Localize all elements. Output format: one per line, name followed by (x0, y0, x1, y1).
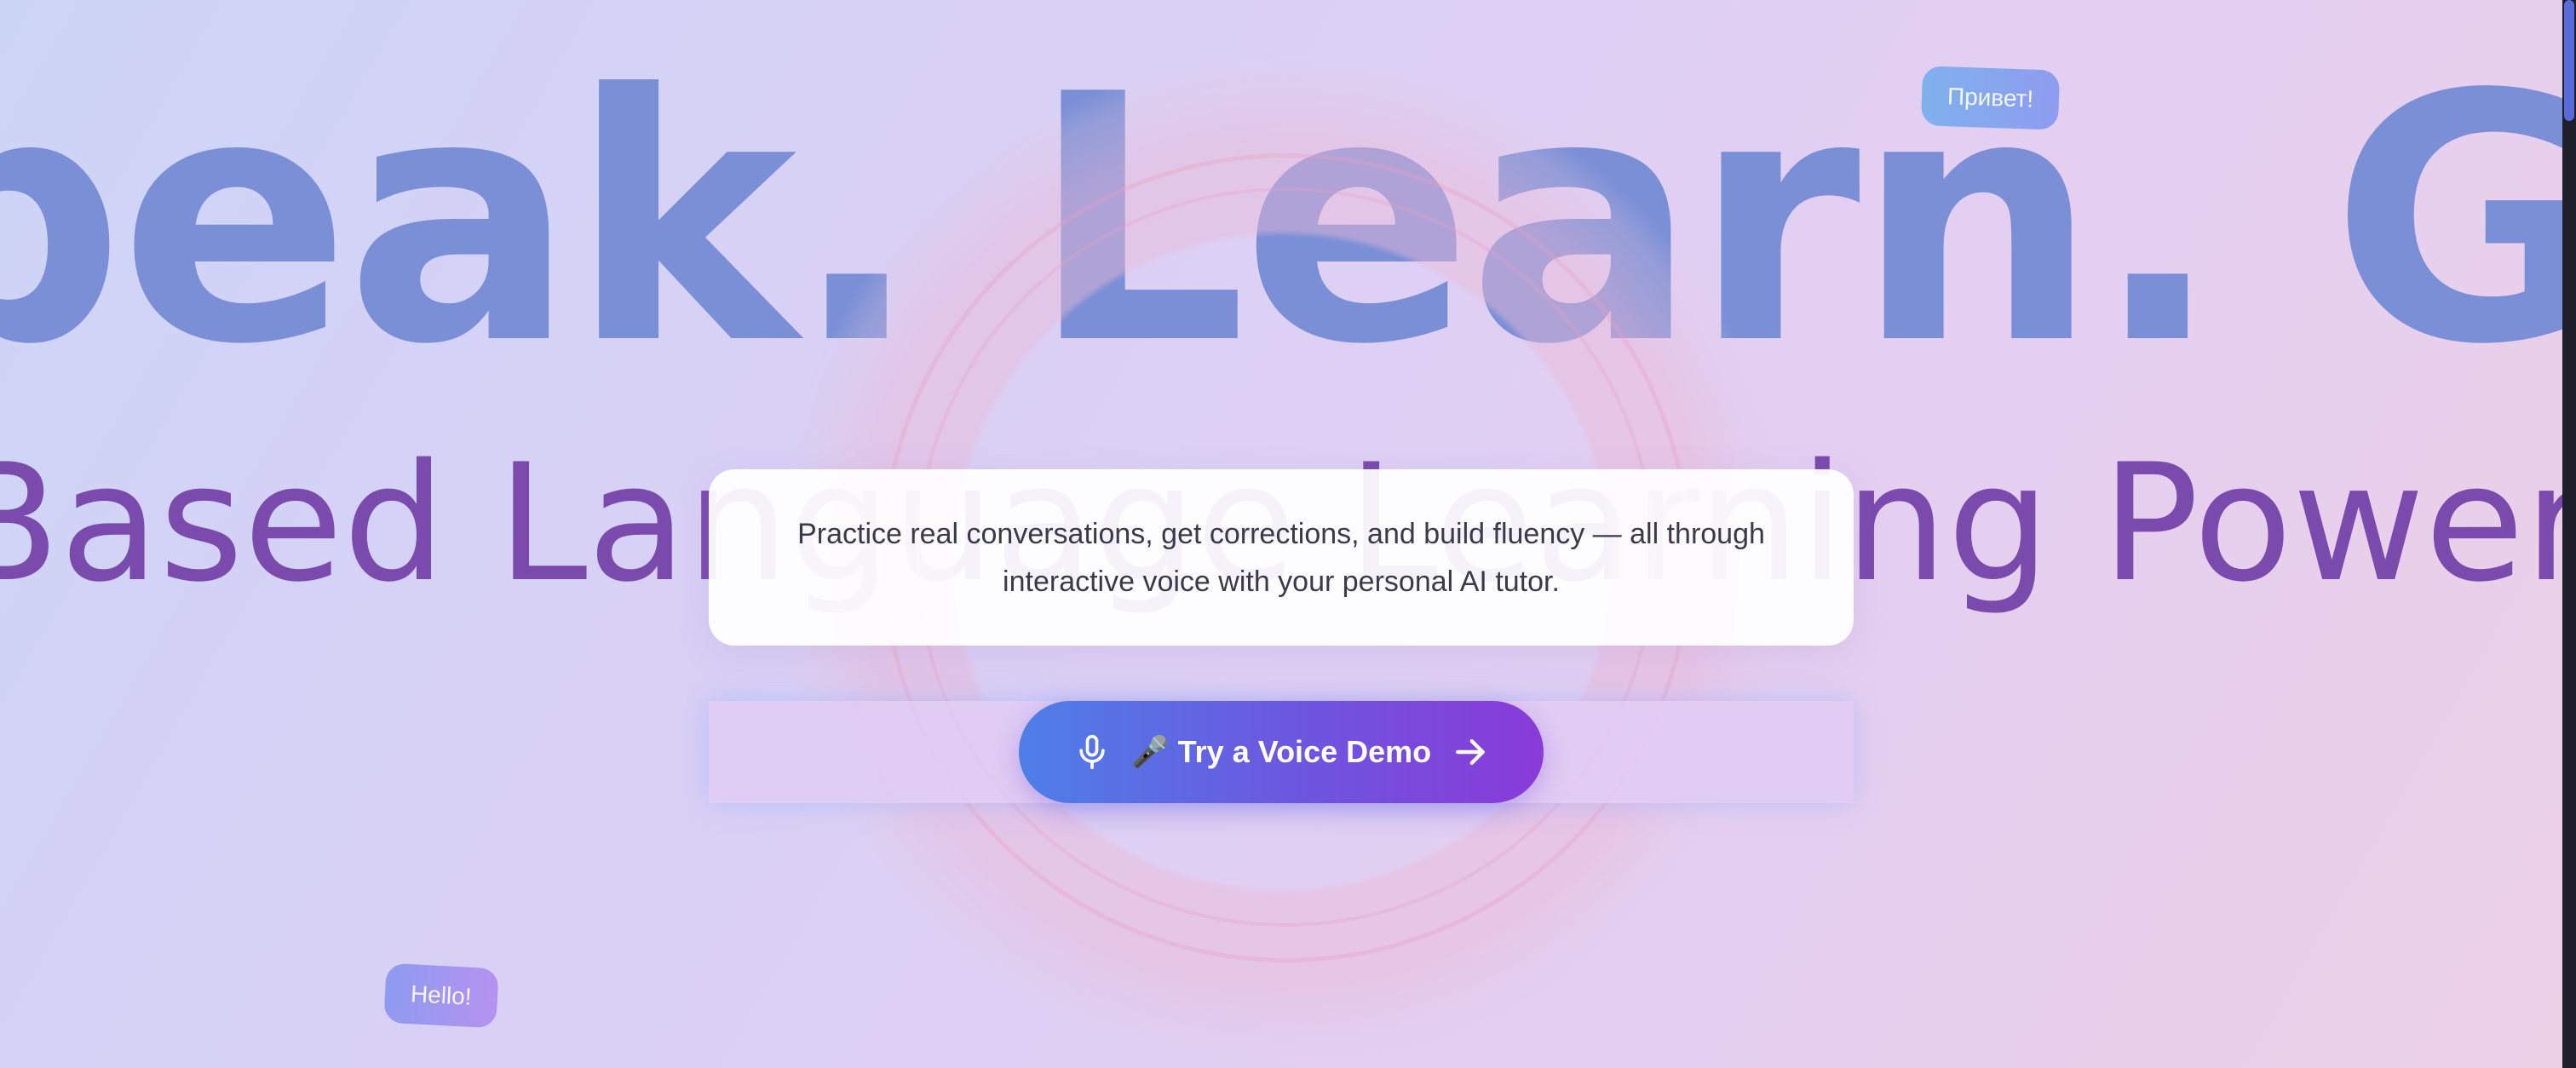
try-voice-demo-label: 🎤 Try a Voice Demo (1130, 734, 1432, 769)
hero-section: peak. Learn. Grow Based Language Learnin… (0, 0, 2562, 1068)
floating-bubble-english: Hello! (383, 962, 499, 1029)
scrollbar-thumb[interactable] (2564, 0, 2574, 121)
description-text: Practice real conversations, get correct… (797, 517, 1765, 598)
scrollbar-track[interactable] (2562, 0, 2576, 1068)
hero-headline: peak. Learn. Grow (0, 23, 2562, 419)
floating-bubble-russian: Привет! (1920, 66, 2061, 130)
arrow-right-icon (1452, 733, 1489, 771)
description-card: Practice real conversations, get correct… (709, 469, 1854, 646)
microphone-icon (1073, 732, 1111, 772)
try-voice-demo-button[interactable]: 🎤 Try a Voice Demo (1019, 701, 1544, 803)
